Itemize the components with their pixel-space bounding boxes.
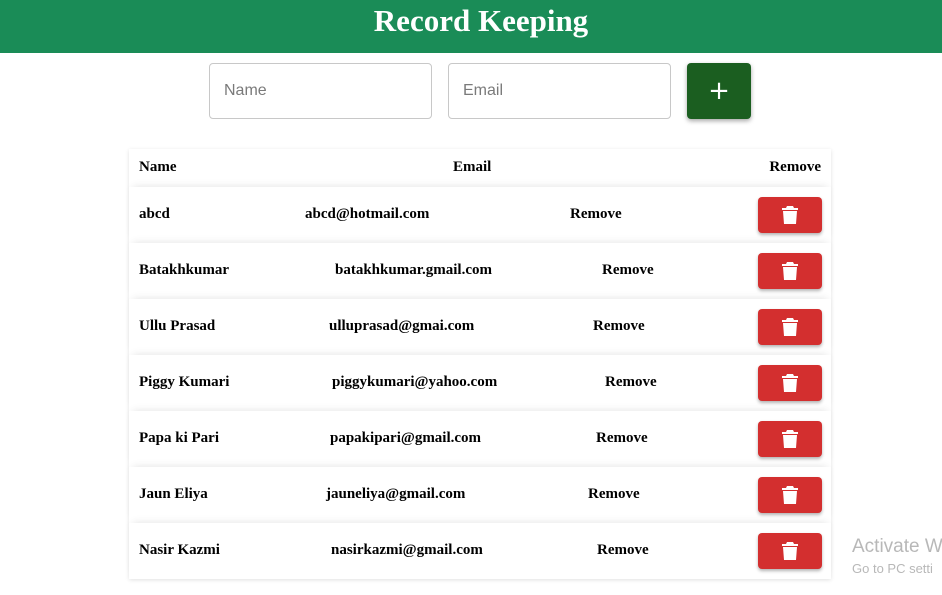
row-remove-label: Remove: [597, 542, 649, 558]
row-name: Nasir Kazmi: [139, 542, 220, 558]
email-input[interactable]: [448, 63, 671, 119]
table-row: Ullu Prasad ulluprasad@gmai.com Remove: [129, 299, 831, 355]
row-name: Piggy Kumari: [139, 374, 230, 390]
row-email: nasirkazmi@gmail.com: [331, 542, 483, 558]
row-email: ulluprasad@gmai.com: [329, 318, 475, 334]
row-remove-label: Remove: [596, 430, 648, 446]
table-row: Nasir Kazmi nasirkazmi@gmail.com Remove: [129, 523, 831, 579]
trash-icon: [782, 542, 798, 560]
row-email: papakipari@gmail.com: [330, 430, 482, 446]
row-name: Batakhkumar: [139, 262, 230, 278]
delete-button[interactable]: [758, 421, 822, 457]
table-row: Jaun Eliya jauneliya@gmail.com Remove: [129, 467, 831, 523]
row-email: piggykumari@yahoo.com: [332, 374, 498, 390]
table-row: abcd abcd@hotmail.com Remove: [129, 187, 831, 243]
row-remove-label: Remove: [570, 206, 622, 222]
row-name: Ullu Prasad: [139, 318, 216, 334]
page-title: Record Keeping: [373, 3, 589, 38]
row-remove-label: Remove: [605, 374, 657, 390]
table-row: Papa ki Pari papakipari@gmail.com Remove: [129, 411, 831, 467]
column-header-email: Email: [453, 159, 492, 175]
delete-button[interactable]: [758, 477, 822, 513]
column-header-remove: Remove: [769, 159, 821, 175]
delete-button[interactable]: [758, 365, 822, 401]
row-remove-label: Remove: [602, 262, 654, 278]
activate-windows-watermark: Activate W Go to PC setti: [852, 536, 942, 578]
trash-icon: [782, 206, 798, 224]
delete-button[interactable]: [758, 309, 822, 345]
table-header: Name Email Remove: [129, 149, 831, 186]
trash-icon: [782, 262, 798, 280]
column-header-name: Name: [139, 159, 177, 175]
trash-icon: [782, 430, 798, 448]
table-row: Batakhkumar batakhkumar.gmail.com Remove: [129, 243, 831, 299]
watermark-title: Activate W: [852, 536, 942, 557]
add-record-button[interactable]: +: [687, 63, 751, 119]
delete-button[interactable]: [758, 533, 822, 569]
row-remove-label: Remove: [593, 318, 645, 334]
trash-icon: [782, 318, 798, 336]
watermark-subtitle: Go to PC setti: [852, 561, 933, 576]
row-name: abcd: [139, 206, 170, 222]
delete-button[interactable]: [758, 197, 822, 233]
records-table: Name Email Remove abcd abcd@hotmail.com …: [129, 149, 831, 579]
trash-icon: [782, 486, 798, 504]
row-email: jauneliya@gmail.com: [326, 486, 466, 502]
row-email: abcd@hotmail.com: [305, 206, 430, 222]
row-email: batakhkumar.gmail.com: [335, 262, 492, 278]
row-remove-label: Remove: [588, 486, 640, 502]
app-header: Record Keeping: [0, 0, 942, 53]
trash-icon: [782, 374, 798, 392]
row-name: Jaun Eliya: [139, 486, 208, 502]
name-input[interactable]: [209, 63, 432, 119]
delete-button[interactable]: [758, 253, 822, 289]
row-name: Papa ki Pari: [139, 430, 220, 446]
table-row: Piggy Kumari piggykumari@yahoo.com Remov…: [129, 355, 831, 411]
plus-icon: +: [708, 76, 730, 106]
